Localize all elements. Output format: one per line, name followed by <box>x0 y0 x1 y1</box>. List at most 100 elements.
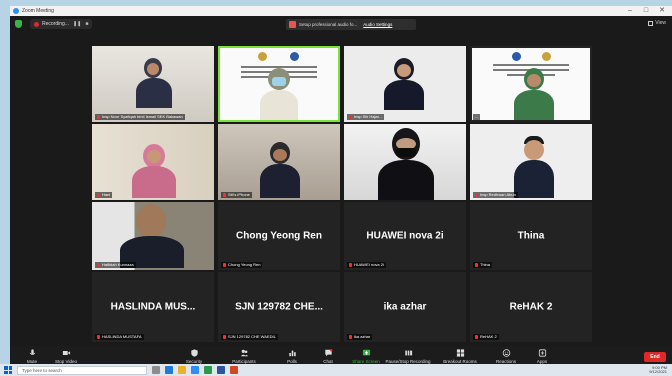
stop-video-button[interactable]: Stop Video <box>46 349 86 364</box>
participant-name: ReHAK 2 <box>473 334 499 340</box>
participant-name: Siti's iPhone <box>221 192 252 198</box>
stop-recording-icon[interactable]: ■ <box>85 21 88 27</box>
view-label: View <box>655 20 666 26</box>
participant-video <box>132 144 176 198</box>
participant-video <box>260 68 298 120</box>
zoom-logo-icon <box>13 8 19 14</box>
participant-display-name: Chong Yeong Ren <box>236 230 322 242</box>
audio-settings-link[interactable]: Audio Settings <box>363 22 392 27</box>
video-tile[interactable]: SJN 129782 CHE... SJN 129782 CHE WAEDIL <box>218 272 340 342</box>
video-tile[interactable]: Hani <box>92 124 214 200</box>
participants-icon <box>240 349 248 357</box>
zoom-app-icon[interactable] <box>191 366 199 374</box>
participant-display-name: ika azhar <box>383 301 427 313</box>
task-view-icon[interactable] <box>152 366 160 374</box>
security-button[interactable]: Security <box>174 349 214 364</box>
video-tile[interactable]: Chong Yeong Ren Chong Yeong Ren <box>218 202 340 270</box>
video-tile[interactable]: Thina Thina <box>470 202 592 270</box>
participant-display-name: Thina <box>517 230 545 242</box>
recording-indicator: Recording... ❚❚ ■ <box>30 19 93 29</box>
breakout-rooms-icon <box>456 349 464 357</box>
pause-recording-icon[interactable]: ❚❚ <box>73 21 81 27</box>
edge-browser-icon[interactable] <box>165 366 173 374</box>
participant-video <box>378 128 434 200</box>
chat-button[interactable]: Chat <box>308 349 348 364</box>
smiley-icon <box>502 349 510 357</box>
polls-icon <box>288 350 296 357</box>
file-explorer-icon[interactable] <box>178 366 186 374</box>
participant-video <box>120 204 184 268</box>
meeting-top-bar: Recording... ❚❚ ■ Setup professional aud… <box>10 16 672 32</box>
end-meeting-button[interactable]: End <box>644 352 666 362</box>
participant-name: Insp Redhwan Abun <box>473 192 518 198</box>
participant-display-name: ReHAK 2 <box>509 301 553 313</box>
audio-settings-toast: Setup professional audio fo... Audio Set… <box>286 19 416 30</box>
reactions-button[interactable]: Reactions <box>486 349 526 364</box>
participant-name: SJN 129782 CHE WAEDIL <box>221 334 278 340</box>
video-tile[interactable]: Halfidah Kunnaza <box>92 202 214 270</box>
view-button[interactable]: View <box>648 20 666 26</box>
video-tile[interactable]: HASLINDA MUS... HASLINDA MUSTAFA <box>92 272 214 342</box>
encryption-shield-icon[interactable] <box>15 20 22 28</box>
record-dot-icon <box>34 21 39 27</box>
windows-start-icon[interactable] <box>4 366 12 374</box>
toast-text: Setup professional audio fo... <box>299 22 358 27</box>
video-tile[interactable]: Insp Redhwan Abun <box>470 124 592 200</box>
participant-display-name: SJN 129782 CHE... <box>235 301 323 313</box>
window-title: Zoom Meeting <box>22 8 54 14</box>
recording-label: Recording... <box>42 21 69 27</box>
participant-name: Hani <box>95 192 113 198</box>
video-tile[interactable]: ReHAK 2 ReHAK 2 <box>470 272 592 342</box>
close-button[interactable]: ✕ <box>654 6 670 16</box>
security-shield-icon <box>190 349 198 357</box>
video-tile[interactable] <box>344 124 466 200</box>
share-screen-button[interactable]: Share Screen <box>346 349 386 364</box>
participant-video <box>384 58 424 118</box>
chat-bubble-icon <box>324 349 332 357</box>
excel-app-icon[interactable] <box>204 366 212 374</box>
gallery-view-icon <box>648 20 654 26</box>
title-bar: Zoom Meeting – □ ✕ <box>10 6 672 16</box>
participant-name: HUAWEI nova 2i <box>347 262 386 268</box>
participant-video <box>514 68 554 120</box>
participant-name: Insp Noor Syafiqah binti Ismail SEK Baka… <box>95 114 185 120</box>
video-tile[interactable]: ika azhar ika azhar <box>344 272 466 342</box>
participant-name: HASLINDA MUSTAFA <box>95 334 144 340</box>
powerpoint-app-icon[interactable] <box>230 366 238 374</box>
participants-button[interactable]: Participants <box>224 349 264 364</box>
participant-display-name: HASLINDA MUS... <box>110 301 196 313</box>
video-tile[interactable]: HUAWEI nova 2i HUAWEI nova 2i <box>344 202 466 270</box>
word-app-icon[interactable] <box>217 366 225 374</box>
participant-video <box>136 58 172 118</box>
taskbar-search-input[interactable]: Type here to search <box>17 365 147 375</box>
microphone-icon <box>29 349 35 355</box>
system-clock[interactable]: 9:00 PM 9/12/2021 <box>649 366 667 374</box>
video-tile[interactable]: ... <box>470 46 592 122</box>
apps-button[interactable]: Apps <box>522 349 562 364</box>
participant-name: ika azhar <box>347 334 373 340</box>
video-tile[interactable]: Insp Siti Hajar... <box>344 46 466 122</box>
video-tile[interactable]: Insp Noor Syafiqah binti Ismail SEK Baka… <box>92 46 214 122</box>
polls-button[interactable]: Polls <box>272 349 312 364</box>
participant-name: Thina <box>473 262 493 268</box>
participant-display-name: HUAWEI nova 2i <box>366 230 444 242</box>
pause-stop-recording-button[interactable]: Pause/Stop Recording <box>384 349 432 364</box>
maximize-button[interactable]: □ <box>638 6 654 16</box>
zoom-window: Zoom Meeting – □ ✕ Recording... ❚❚ ■ Set… <box>10 6 672 376</box>
video-tile-active-speaker[interactable] <box>218 46 340 122</box>
windows-taskbar: Type here to search 9:00 PM 9/12/2021 <box>0 364 672 376</box>
audio-toast-icon <box>289 21 296 28</box>
participant-video <box>514 136 554 198</box>
participant-name: ... <box>473 114 481 120</box>
video-camera-icon <box>62 351 70 355</box>
participant-name: Insp Siti Hajar... <box>347 114 385 120</box>
share-screen-icon <box>362 349 370 356</box>
recording-controls-icon <box>404 350 412 356</box>
participant-name: Chong Yeong Ren <box>221 262 263 268</box>
apps-icon <box>538 349 546 357</box>
participant-name: Halfidah Kunnaza <box>95 262 136 268</box>
video-tile[interactable]: Siti's iPhone <box>218 124 340 200</box>
minimize-button[interactable]: – <box>622 6 638 16</box>
participant-video <box>260 142 300 198</box>
breakout-rooms-button[interactable]: Breakout Rooms <box>438 349 482 364</box>
